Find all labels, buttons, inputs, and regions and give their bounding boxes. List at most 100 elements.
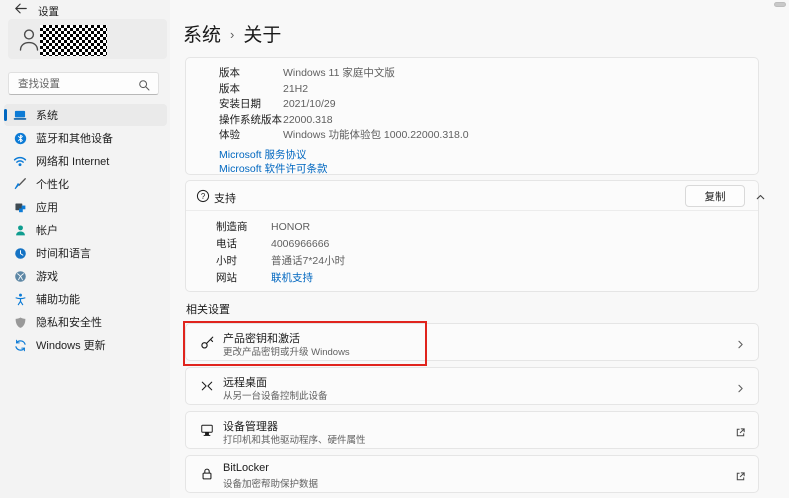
remote-desktop-icon bbox=[200, 379, 214, 398]
sidebar-item-label: 蓝牙和其他设备 bbox=[36, 130, 113, 146]
scrollbar-thumb[interactable] bbox=[774, 2, 786, 7]
chevron-right-icon bbox=[735, 337, 746, 355]
online-support-link[interactable]: 联机支持 bbox=[271, 270, 313, 287]
personalization-icon bbox=[13, 177, 27, 191]
sidebar-item-label: 网络和 Internet bbox=[36, 153, 109, 169]
sidebar-item-bluetooth[interactable]: 蓝牙和其他设备 bbox=[4, 127, 167, 149]
spec-value: 22000.318 bbox=[283, 113, 333, 129]
sidebar-item-accessibility[interactable]: 辅助功能 bbox=[4, 288, 167, 310]
copy-button[interactable]: 复制 bbox=[685, 185, 745, 207]
gaming-icon bbox=[13, 269, 27, 283]
sidebar-item-label: Windows 更新 bbox=[36, 337, 106, 353]
breadcrumb-system[interactable]: 系统 bbox=[183, 20, 221, 47]
support-title: 支持 bbox=[214, 190, 236, 206]
sidebar-item-privacy[interactable]: 隐私和安全性 bbox=[4, 311, 167, 333]
spec-label: 体验 bbox=[219, 128, 283, 144]
apps-icon bbox=[13, 200, 27, 214]
app-title: 设置 bbox=[38, 4, 59, 19]
sidebar-item-label: 隐私和安全性 bbox=[36, 314, 102, 330]
spec-row: 安装日期2021/10/29 bbox=[219, 97, 758, 113]
support-label: 制造商 bbox=[216, 219, 271, 236]
spec-label: 操作系统版本 bbox=[219, 113, 283, 129]
software-license-link[interactable]: Microsoft 软件许可条款 bbox=[219, 162, 758, 177]
sidebar-item-windows-update[interactable]: Windows 更新 bbox=[4, 334, 167, 356]
main-pane: 系统 › 关于 版本Windows 11 家庭中文版 版本21H2 安装日期20… bbox=[170, 0, 789, 498]
back-arrow-icon bbox=[14, 2, 28, 20]
system-icon bbox=[13, 108, 27, 122]
related-settings-heading: 相关设置 bbox=[186, 301, 230, 317]
bluetooth-icon bbox=[13, 131, 27, 145]
spec-label: 版本 bbox=[219, 82, 283, 98]
sidebar-item-network[interactable]: 网络和 Internet bbox=[4, 150, 167, 172]
spec-value: 2021/10/29 bbox=[283, 97, 336, 113]
search-box[interactable] bbox=[8, 72, 159, 95]
spec-label: 安装日期 bbox=[219, 97, 283, 113]
support-row: 网站联机支持 bbox=[216, 270, 758, 287]
sidebar-item-time-language[interactable]: 时间和语言 bbox=[4, 242, 167, 264]
sidebar-item-label: 个性化 bbox=[36, 176, 69, 192]
avatar-icon bbox=[17, 26, 41, 57]
sidebar-item-label: 时间和语言 bbox=[36, 245, 91, 261]
row-subtitle: 设备加密帮助保护数据 bbox=[223, 476, 318, 490]
user-profile[interactable] bbox=[8, 19, 167, 59]
remote-desktop-row[interactable]: 远程桌面 从另一台设备控制此设备 bbox=[185, 367, 759, 405]
sidebar-item-label: 辅助功能 bbox=[36, 291, 80, 307]
sidebar-item-apps[interactable]: 应用 bbox=[4, 196, 167, 218]
spec-row: 版本Windows 11 家庭中文版 bbox=[219, 66, 758, 82]
sidebar: 系统 蓝牙和其他设备 网络和 Internet 个性化 bbox=[0, 0, 170, 498]
help-circle-icon: ? bbox=[196, 189, 210, 208]
spec-value: Windows 11 家庭中文版 bbox=[283, 66, 395, 82]
redacted-username bbox=[40, 25, 107, 56]
spec-row: 体验Windows 功能体验包 1000.22000.318.0 bbox=[219, 128, 758, 144]
windows-spec-card: 版本Windows 11 家庭中文版 版本21H2 安装日期2021/10/29… bbox=[185, 57, 759, 175]
sidebar-item-accounts[interactable]: 帐户 bbox=[4, 219, 167, 241]
spec-label: 版本 bbox=[219, 66, 283, 82]
search-icon bbox=[138, 78, 150, 96]
svg-text:?: ? bbox=[201, 192, 206, 201]
spec-value: 21H2 bbox=[283, 82, 308, 98]
network-icon bbox=[13, 154, 27, 168]
chevron-up-icon[interactable] bbox=[755, 190, 766, 208]
sidebar-item-label: 应用 bbox=[36, 199, 58, 215]
support-header: ? 支持 复制 bbox=[186, 181, 758, 211]
row-subtitle: 打印机和其他驱动程序、硬件属性 bbox=[223, 432, 366, 446]
accounts-icon bbox=[13, 223, 27, 237]
support-value: HONOR bbox=[271, 219, 310, 236]
support-card: ? 支持 复制 制造商HONOR 电话4006966666 小时普通话7*24小… bbox=[185, 180, 759, 292]
key-icon bbox=[200, 335, 215, 355]
external-link-icon bbox=[735, 425, 746, 443]
breadcrumb-separator-icon: › bbox=[230, 25, 234, 42]
product-key-activation-row[interactable]: 产品密钥和激活 更改产品密钥或升级 Windows bbox=[185, 323, 759, 361]
sidebar-item-personalization[interactable]: 个性化 bbox=[4, 173, 167, 195]
support-label: 小时 bbox=[216, 253, 271, 270]
support-row: 电话4006966666 bbox=[216, 236, 758, 253]
sidebar-nav: 系统 蓝牙和其他设备 网络和 Internet 个性化 bbox=[4, 104, 167, 357]
row-title: BitLocker bbox=[223, 462, 269, 474]
lock-icon bbox=[200, 467, 214, 486]
support-label: 网站 bbox=[216, 270, 271, 287]
sidebar-item-label: 帐户 bbox=[36, 222, 58, 238]
sidebar-item-label: 系统 bbox=[36, 107, 58, 123]
spec-row: 版本21H2 bbox=[219, 82, 758, 98]
chevron-right-icon bbox=[735, 381, 746, 399]
support-row: 制造商HONOR bbox=[216, 219, 758, 236]
titlebar: 设置 bbox=[0, 0, 789, 20]
row-subtitle: 从另一台设备控制此设备 bbox=[223, 388, 328, 402]
sidebar-item-label: 游戏 bbox=[36, 268, 58, 284]
time-language-icon bbox=[13, 246, 27, 260]
services-agreement-link[interactable]: Microsoft 服务协议 bbox=[219, 148, 758, 163]
settings-window: 设置 系统 bbox=[0, 0, 789, 498]
sidebar-item-gaming[interactable]: 游戏 bbox=[4, 265, 167, 287]
support-row: 小时普通话7*24小时 bbox=[216, 253, 758, 270]
spec-row: 操作系统版本22000.318 bbox=[219, 113, 758, 129]
back-button[interactable] bbox=[12, 3, 30, 18]
support-value: 4006966666 bbox=[271, 236, 329, 253]
breadcrumb: 系统 › 关于 bbox=[183, 20, 281, 47]
search-input[interactable] bbox=[18, 74, 136, 93]
bitlocker-row[interactable]: BitLocker 设备加密帮助保护数据 bbox=[185, 455, 759, 493]
accessibility-icon bbox=[13, 292, 27, 306]
device-manager-row[interactable]: 设备管理器 打印机和其他驱动程序、硬件属性 bbox=[185, 411, 759, 449]
sidebar-item-system[interactable]: 系统 bbox=[4, 104, 167, 126]
privacy-shield-icon bbox=[13, 315, 27, 329]
windows-update-icon bbox=[13, 338, 27, 352]
